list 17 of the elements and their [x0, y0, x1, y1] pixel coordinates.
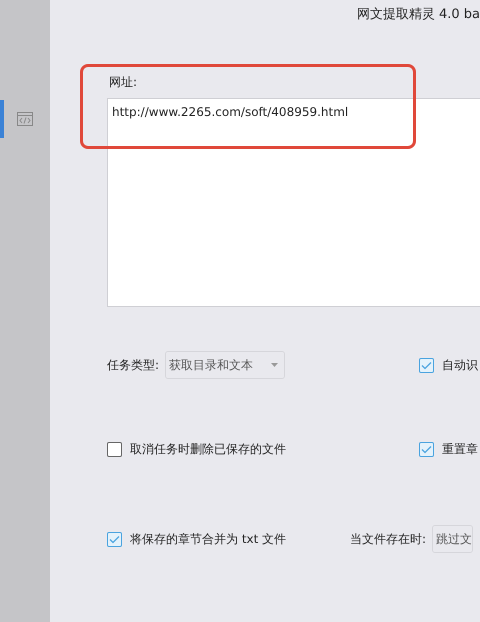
checkbox[interactable]	[107, 442, 122, 456]
option-checkbox[interactable]: 重置章	[419, 440, 478, 458]
checkbox[interactable]	[107, 532, 122, 546]
window-title: 网文提取精灵 4.0 ba	[356, 6, 480, 23]
option-checkbox[interactable]: 自动识	[419, 356, 478, 374]
code-icon	[17, 112, 33, 126]
option-checkbox[interactable]: 将保存的章节合并为 txt 文件	[107, 530, 286, 548]
field-label: 任务类型:	[107, 356, 160, 374]
url-field[interactable]: http://www.2265.com/soft/408959.html	[107, 98, 480, 307]
field-label: 网址:	[109, 74, 138, 91]
option-checkbox[interactable]: 取消任务时删除已保存的文件	[107, 440, 286, 458]
caret-icon	[271, 363, 278, 367]
file-exists-dropdown[interactable]: 跳过文	[432, 525, 474, 553]
checkbox[interactable]	[419, 358, 434, 372]
checkbox[interactable]	[419, 442, 434, 456]
task-type-dropdown[interactable]: 获取目录和文本	[165, 351, 286, 379]
field-label: 当文件存在时:	[350, 530, 426, 548]
